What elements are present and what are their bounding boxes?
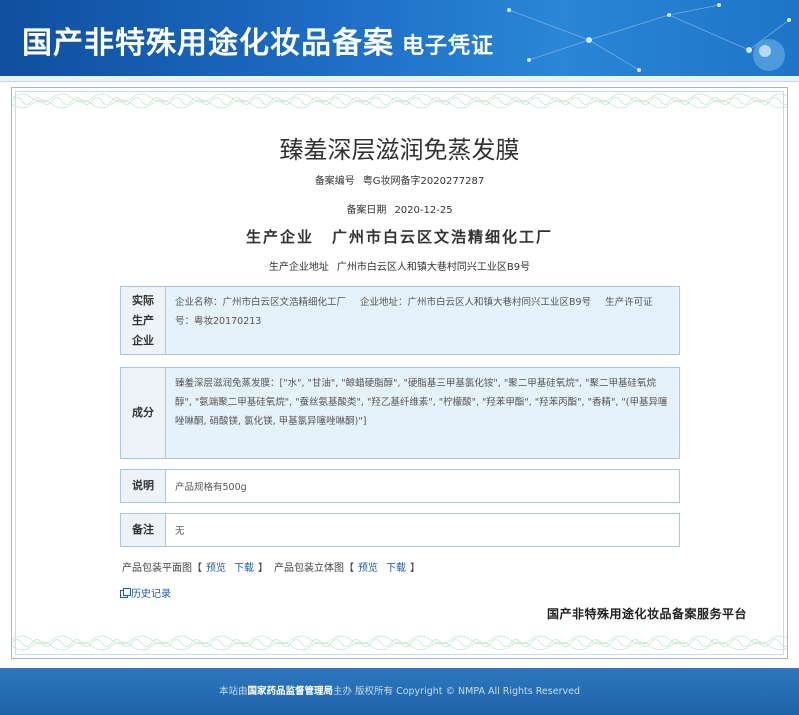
record-date-label: 备案日期 [346, 205, 387, 216]
actual-company-section: 实际生产企业 企业名称：广州市白云区文浩精细化工厂 企业地址：广州市白云区人和镇大… [120, 286, 680, 355]
footer: 本站由国家药品监督管理局主办 版权所有 Copyright © NMPA All… [0, 668, 799, 715]
wave-border-top [12, 93, 787, 109]
remarks-text: 无 [166, 514, 679, 546]
solid-package-row: 产品包装立体图【 预览 下载】 [274, 559, 420, 574]
history-label: 历史记录 [131, 589, 171, 600]
remarks-section: 备注 无 [120, 513, 680, 547]
actual-company-name: 企业名称：广州市白云区文浩精细化工厂 [175, 297, 347, 308]
ingredients-text: 臻羞深层滋润免蒸发膜：["水", "甘油", "鲸蜡硬脂醇", "硬脂基三甲基氯… [166, 368, 679, 458]
flat-download-link[interactable]: 下载 [234, 563, 254, 574]
history-link[interactable]: 历史记录 [120, 585, 171, 600]
network-decoration-icon [507, 3, 791, 72]
flat-preview-link[interactable]: 预览 [206, 563, 226, 574]
header-strip [0, 76, 799, 82]
header-title-sub: 电子凭证 [402, 34, 495, 59]
solid-download-link[interactable]: 下载 [386, 563, 406, 574]
actual-company-head: 实际生产企业 [121, 287, 166, 354]
address-value: 广州市白云区人和镇大巷村同兴工业区B9号 [336, 262, 531, 273]
history-icon [120, 588, 131, 598]
record-number-line: 备案编号 粤G妆网备字2020277287 [0, 172, 799, 187]
footer-suffix: 主办 版权所有 Copyright © NMPA All Rights Rese… [333, 686, 580, 697]
bracket-open: 【 [344, 563, 354, 574]
footer-prefix: 本站由 [219, 686, 248, 697]
record-date-line: 备案日期 2020-12-25 [0, 201, 799, 216]
actual-company-address: 企业地址：广州市白云区人和镇大巷村同兴工业区B9号 [360, 297, 592, 308]
record-number-value: 粤G妆网备字2020277287 [362, 176, 485, 187]
wave-border-bottom [12, 635, 787, 651]
description-section: 说明 产品规格有500g [120, 469, 680, 503]
platform-name: 国产非特殊用途化妆品备案服务平台 [547, 607, 748, 621]
header-title-main: 国产非特殊用途化妆品备案 [22, 26, 394, 61]
company-value: 广州市白云区文浩精细化工厂 [332, 228, 554, 246]
solid-preview-link[interactable]: 预览 [358, 563, 378, 574]
ingredients-section: 成分 臻羞深层滋润免蒸发膜：["水", "甘油", "鲸蜡硬脂醇", "硬脂基三… [120, 367, 680, 459]
bracket-close: 】 [410, 563, 420, 574]
record-date-value: 2020-12-25 [394, 205, 453, 216]
footer-org: 国家药品监督管理局 [247, 686, 334, 697]
record-number-label: 备案编号 [314, 176, 355, 187]
remarks-head: 备注 [121, 514, 166, 546]
bracket-close: 】 [258, 563, 268, 574]
company-line: 生产企业 广州市白云区文浩精细化工厂 [0, 226, 799, 247]
address-label: 生产企业地址 [268, 262, 329, 273]
product-name: 臻羞深层滋润免蒸发膜 [279, 136, 520, 164]
company-label: 生产企业 [245, 228, 314, 246]
description-text: 产品规格有500g [166, 470, 679, 502]
address-line: 生产企业地址 广州市白云区人和镇大巷村同兴工业区B9号 [0, 258, 799, 273]
description-head: 说明 [121, 470, 166, 502]
actual-company-body: 企业名称：广州市白云区文浩精细化工厂 企业地址：广州市白云区人和镇大巷村同兴工业区… [166, 287, 679, 354]
flat-package-row: 产品包装平面图【 预览 下载】 [122, 559, 268, 574]
bracket-open: 【 [192, 563, 202, 574]
ingredients-head: 成分 [121, 368, 166, 458]
solid-package-label: 产品包装立体图 [274, 563, 344, 574]
certificate-page: 国产非特殊用途化妆品备案 电子凭证 臻羞深层滋润免蒸发膜 备案编号 粤G妆网备字20… [0, 0, 799, 715]
header-banner: 国产非特殊用途化妆品备案 电子凭证 [0, 0, 799, 76]
header-title: 国产非特殊用途化妆品备案 电子凭证 [22, 18, 494, 62]
flat-package-label: 产品包装平面图 [122, 563, 192, 574]
